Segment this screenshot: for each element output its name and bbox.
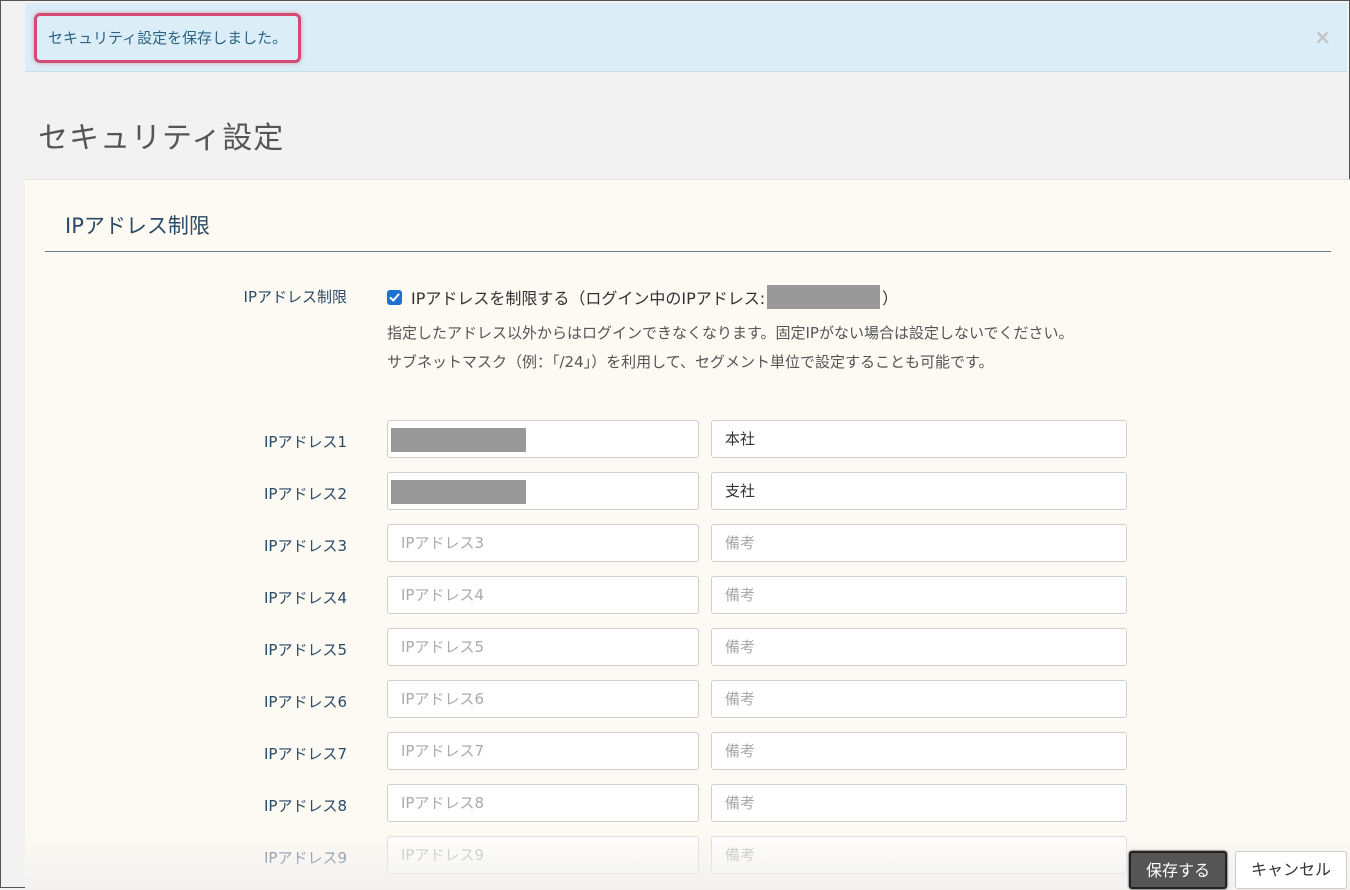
ip-address-input[interactable]: IPアドレス5 [387, 628, 699, 666]
ip-address-label: IPアドレス2 [263, 485, 347, 503]
ip-restriction-field-label: IPアドレス制限 [243, 288, 347, 306]
ip-address-label: IPアドレス5 [263, 641, 347, 659]
note-input[interactable]: 備考 [711, 784, 1127, 822]
ip-restriction-checkbox[interactable] [387, 289, 402, 305]
ip-address-label: IPアドレス6 [263, 693, 347, 711]
ip-address-input[interactable]: IPアドレス6 [387, 680, 699, 718]
note-input[interactable]: 備考 [711, 732, 1127, 770]
ip-address-input[interactable]: IPアドレス4 [387, 576, 699, 614]
close-icon[interactable]: × [1314, 27, 1331, 47]
note-input[interactable]: 備考 [711, 524, 1127, 562]
alert-message: セキュリティ設定を保存しました。 [34, 13, 302, 63]
save-button[interactable]: 保存する [1129, 851, 1227, 889]
ip-address-label: IPアドレス4 [263, 589, 347, 607]
ip-restriction-checkbox-row[interactable]: IPアドレスを制限する（ログイン中のIPアドレス: ） [387, 285, 898, 309]
ip-address-input[interactable]: IPアドレス9 [387, 836, 699, 874]
ip-address-label: IPアドレス3 [263, 537, 347, 555]
redacted-current-ip [767, 285, 881, 309]
redacted-ip-value [391, 479, 526, 504]
cancel-button[interactable]: キャンセル [1235, 851, 1347, 889]
help-text-line2: サブネットマスク（例：「/24」）を利用して、セグメント単位で設定することも可能… [387, 353, 994, 371]
note-input[interactable]: 支社 [711, 472, 1127, 510]
ip-address-label: IPアドレス7 [263, 745, 347, 763]
note-input[interactable]: 備考 [711, 576, 1127, 614]
ip-address-label: IPアドレス8 [263, 797, 347, 815]
note-input[interactable]: 本社 [711, 420, 1127, 458]
check-icon [389, 292, 400, 301]
page-title: セキュリティ設定 [38, 121, 285, 156]
ip-address-input[interactable]: IPアドレス7 [387, 732, 699, 770]
ip-restriction-panel: IPアドレス制限 IPアドレス制限 IPアドレスを制限する（ログイン中のIPアド… [25, 179, 1350, 890]
section-title: IPアドレス制限 [65, 214, 210, 238]
ip-address-input[interactable]: IPアドレス3 [387, 524, 699, 562]
note-input[interactable]: 備考 [711, 680, 1127, 718]
ip-address-input[interactable]: IPアドレス8 [387, 784, 699, 822]
section-divider [45, 251, 1331, 252]
note-input[interactable]: 備考 [711, 628, 1127, 666]
ip-address-label: IPアドレス9 [263, 849, 347, 867]
success-alert: セキュリティ設定を保存しました。 × [25, 3, 1347, 72]
ip-address-input[interactable] [387, 472, 699, 510]
window-frame: セキュリティ設定を保存しました。 × セキュリティ設定 IPアドレス制限 IPア… [0, 0, 1350, 890]
note-input[interactable]: 備考 [711, 836, 1127, 874]
ip-address-label: IPアドレス1 [263, 433, 347, 451]
checkbox-label-prefix: IPアドレスを制限する（ログイン中のIPアドレス: [411, 289, 766, 308]
help-text-line1: 指定したアドレス以外からはログインできなくなります。固定IPがない場合は設定しな… [387, 324, 1074, 342]
ip-address-input[interactable] [387, 420, 699, 458]
redacted-ip-value [391, 427, 526, 452]
checkbox-label-suffix: ） [882, 289, 899, 308]
